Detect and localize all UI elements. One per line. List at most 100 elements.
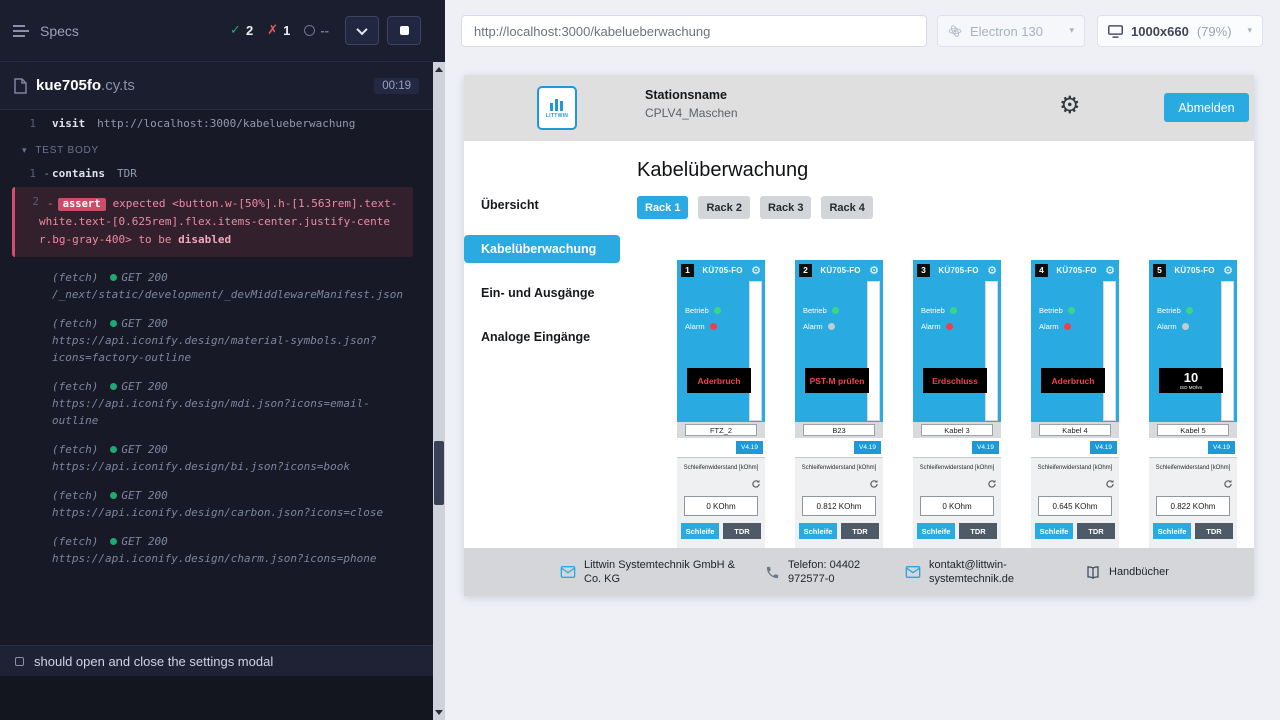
reporter-scrollbar[interactable]: [433, 0, 445, 720]
card-gear-icon[interactable]: ⚙: [987, 264, 997, 277]
viewport-selector[interactable]: 1000x660 (79%) ▾: [1097, 15, 1263, 47]
fetch-method: GET 200: [121, 533, 167, 550]
specs-menu-icon[interactable]: [12, 24, 30, 38]
fetch-log-entry[interactable]: (fetch)GET 200 https://api.iconify.desig…: [52, 378, 421, 429]
refresh-icon[interactable]: [1105, 476, 1115, 494]
iso-bar: [1221, 281, 1234, 421]
tdr-button[interactable]: TDR: [1077, 523, 1115, 539]
alarm-led: [1182, 323, 1189, 330]
reporter-bottom: [0, 676, 433, 720]
command-name: visit: [52, 114, 85, 133]
card-number: 1: [681, 264, 694, 277]
alarm-led: [1064, 323, 1071, 330]
scrollbar-track[interactable]: [433, 62, 445, 720]
sidebar-item-analoge-eingaenge[interactable]: Analoge Eingänge: [464, 323, 620, 351]
led-label: Betrieb: [1039, 306, 1063, 315]
status-text: Erdschluss: [932, 376, 978, 386]
led-label: Betrieb: [1157, 306, 1181, 315]
test-stats: ✓2 ✗1 --: [230, 23, 329, 38]
tdr-button[interactable]: TDR: [959, 523, 997, 539]
collapse-button[interactable]: [345, 16, 379, 45]
scroll-up-icon[interactable]: [433, 63, 445, 75]
iso-bar: [867, 281, 880, 421]
chevron-down-icon: [356, 23, 367, 34]
sidebar-item-uebersicht[interactable]: Übersicht: [464, 191, 620, 219]
led-label: Alarm: [1039, 322, 1059, 331]
pending-icon: [304, 25, 315, 36]
iso-bar: [1103, 281, 1116, 421]
tdr-button[interactable]: TDR: [841, 523, 879, 539]
tab-rack-1[interactable]: Rack 1: [637, 196, 688, 219]
url-input[interactable]: [461, 15, 927, 47]
version-row: V4.19: [795, 438, 883, 457]
command-arg: http://localhost:3000/kabelueberwachung: [97, 114, 355, 133]
schleife-button[interactable]: Schleife: [917, 523, 955, 539]
next-test-row[interactable]: should open and close the settings modal: [0, 645, 433, 676]
tab-rack-3[interactable]: Rack 3: [760, 196, 811, 219]
specs-label[interactable]: Specs: [40, 23, 79, 39]
logout-button[interactable]: Abmelden: [1164, 93, 1249, 122]
command-arg: TDR: [117, 164, 137, 183]
card-gear-icon[interactable]: ⚙: [1105, 264, 1115, 277]
stat-passed: ✓2: [230, 23, 253, 38]
schleife-button[interactable]: Schleife: [1035, 523, 1073, 539]
betrieb-led: [832, 307, 839, 314]
schleife-button[interactable]: Schleife: [1153, 523, 1191, 539]
footer-email[interactable]: kontakt@littwin-systemtechnik.de: [905, 548, 1033, 596]
spec-row[interactable]: kue705fo.cy.ts 00:19: [0, 62, 433, 109]
schleife-button[interactable]: Schleife: [799, 523, 837, 539]
status-sub: ISO MOhm: [1180, 385, 1203, 390]
measurement-value: 0 KOhm: [920, 496, 994, 516]
tab-rack-4[interactable]: Rack 4: [821, 196, 872, 219]
fetch-log-entry[interactable]: (fetch)GET 200 https://api.iconify.desig…: [52, 315, 421, 366]
tdr-button[interactable]: TDR: [1195, 523, 1233, 539]
logo-text: LITTWIN: [546, 113, 568, 119]
card-gear-icon[interactable]: ⚙: [1223, 264, 1233, 277]
refresh-icon[interactable]: [751, 476, 761, 494]
failed-assert-entry[interactable]: 2 -assertexpected <button.w-[50%].h-[1.5…: [12, 187, 413, 257]
command-visit[interactable]: 1 visit http://localhost:3000/kabelueber…: [6, 114, 421, 133]
measurement-value: 0.822 KOhm: [1156, 496, 1230, 516]
page-title: Kabelüberwachung: [637, 159, 1254, 182]
card-model: KÜ705-FO: [815, 266, 866, 275]
command-contains[interactable]: 1 - contains TDR: [6, 164, 421, 183]
tab-rack-2[interactable]: Rack 2: [698, 196, 749, 219]
fetch-method: GET 200: [121, 315, 167, 332]
settings-gear-icon[interactable]: ⚙: [1059, 91, 1081, 119]
card-gear-icon[interactable]: ⚙: [751, 264, 761, 277]
phone-icon: [765, 565, 780, 580]
measurement-label: Schleifenwiderstand [kOhm]: [913, 458, 1001, 471]
fetch-log-entry[interactable]: (fetch)GET 200 https://api.iconify.desig…: [52, 441, 421, 475]
fetch-log-entry[interactable]: (fetch)GET 200 https://api.iconify.desig…: [52, 487, 421, 521]
fetch-label: (fetch): [52, 487, 98, 504]
sidebar-item-ein-und-ausgaenge[interactable]: Ein- und Ausgänge: [464, 279, 620, 307]
status-dot-icon: [110, 320, 117, 327]
cable-name: B23: [803, 424, 875, 436]
rack-tabs: Rack 1 Rack 2 Rack 3 Rack 4: [637, 196, 1254, 219]
measurement-label: Schleifenwiderstand [kOhm]: [1149, 458, 1237, 471]
browser-selector[interactable]: Electron 130 ▾: [937, 15, 1085, 47]
refresh-icon[interactable]: [869, 476, 879, 494]
card-number: 3: [917, 264, 930, 277]
stop-button[interactable]: [387, 16, 421, 45]
tdr-button[interactable]: TDR: [723, 523, 761, 539]
fetch-log-entry[interactable]: (fetch)GET 200 https://api.iconify.desig…: [52, 533, 421, 567]
status-dot-icon: [110, 274, 117, 281]
spec-file-icon: [14, 78, 27, 94]
scroll-down-icon[interactable]: [433, 706, 445, 718]
schleife-button[interactable]: Schleife: [681, 523, 719, 539]
fetch-url: /_next/static/development/_devMiddleware…: [52, 286, 412, 303]
device-card-3: 3KÜ705-FO⚙ Betrieb Alarm Erdschluss Kabe…: [913, 260, 1001, 565]
scrollbar-thumb[interactable]: [434, 441, 444, 505]
footer-manuals[interactable]: Handbücher: [1085, 548, 1169, 596]
refresh-icon[interactable]: [1223, 476, 1233, 494]
iso-bar: [749, 281, 762, 421]
fetch-method: GET 200: [121, 269, 167, 286]
refresh-icon[interactable]: [987, 476, 997, 494]
device-cards: 1KÜ705-FO⚙ Betrieb Alarm Aderbruch FTZ_2…: [677, 260, 1254, 565]
sidebar-item-kabelueberwachung[interactable]: Kabelüberwachung: [464, 235, 620, 263]
fetch-log-entry[interactable]: (fetch)GET 200 /_next/static/development…: [52, 269, 421, 303]
led-label: Alarm: [685, 322, 705, 331]
test-body-section[interactable]: ▾ TEST BODY: [22, 145, 421, 156]
card-gear-icon[interactable]: ⚙: [869, 264, 879, 277]
